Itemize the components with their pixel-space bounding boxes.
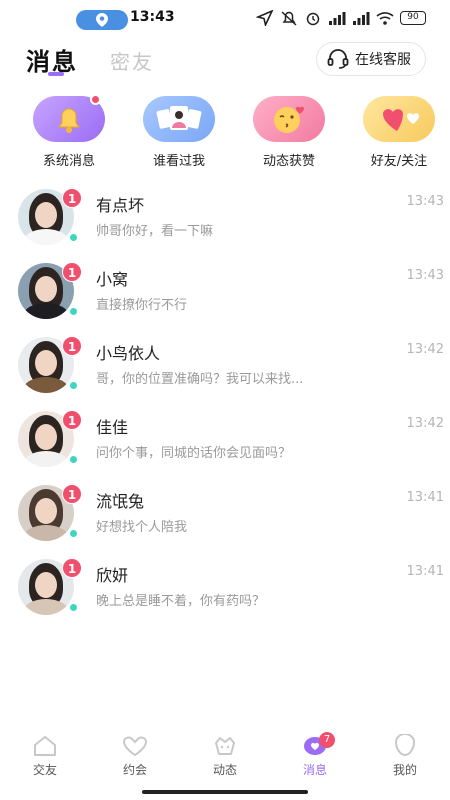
chat-name: 流氓兔 [96, 492, 145, 511]
bell-icon [58, 108, 80, 133]
chat-name: 小窝 [96, 270, 129, 289]
chat-preview: 帅哥你好，看一下嘛 [96, 224, 214, 239]
unread-count-badge: 1 [62, 336, 82, 356]
unread-count-badge: 1 [62, 558, 82, 578]
heart-outline-icon [122, 736, 148, 757]
nav-item-me[interactable]: 我的 [360, 734, 450, 786]
unread-count-badge: 1 [62, 188, 82, 208]
chat-time: 13:43 [406, 268, 444, 283]
online-service-button[interactable]: 在线客服 [316, 42, 426, 76]
page-header: 消息 密友 在线客服 [0, 38, 450, 82]
chat-item[interactable]: 1 小鸟依人 哥，你的位置准确吗？我可以来找... 13:42 [0, 332, 450, 406]
chat-name: 小鸟依人 [96, 344, 161, 363]
battery-indicator: 90 [400, 11, 426, 25]
nav-label: 消息 [302, 763, 327, 777]
chat-name: 佳佳 [96, 418, 129, 437]
chat-time: 13:42 [406, 342, 444, 357]
flower-icon [215, 737, 235, 755]
nav-label: 我的 [392, 763, 417, 777]
status-bar: 13:43 90 [0, 0, 450, 38]
chat-item[interactable]: 1 流氓兔 好想找个人陪我 13:41 [0, 480, 450, 554]
chat-preview: 问你个事，同城的话你会见面吗？ [96, 446, 292, 461]
chat-time: 13:41 [406, 564, 444, 579]
heart-icon [383, 109, 419, 131]
wifi-icon [376, 12, 394, 25]
nav-item-moments[interactable]: 动态 [180, 734, 270, 786]
post-likes-badge-bg [253, 96, 325, 142]
online-status-dot [68, 454, 79, 465]
new-notification-dot [90, 94, 101, 105]
nav-unread-badge: 7 [319, 732, 335, 748]
profile-icon [394, 734, 416, 757]
chat-preview: 哥，你的位置准确吗？我可以来找... [96, 372, 304, 387]
status-icons: 90 [256, 10, 426, 26]
chat-time: 13:41 [406, 490, 444, 505]
chat-name: 欣妍 [96, 566, 129, 585]
shortcut-label: 好友/关注 [370, 154, 428, 169]
shortcut-post-likes[interactable]: 动态获赞 [238, 96, 340, 176]
shortcut-label: 系统消息 [42, 154, 95, 169]
online-status-dot [68, 380, 79, 391]
home-indicator[interactable] [142, 790, 308, 794]
chat-list: 1 有点坏 帅哥你好，看一下嘛 13:43 1 小窝 直接撩你行不行 13:43… [0, 184, 450, 628]
navigation-arrow-icon [256, 10, 274, 26]
chat-item[interactable]: 1 有点坏 帅哥你好，看一下嘛 13:43 [0, 184, 450, 258]
nav-label: 交友 [32, 763, 57, 777]
shortcut-who-viewed-me[interactable]: 谁看过我 [128, 96, 230, 176]
online-status-dot [68, 232, 79, 243]
chat-time: 13:42 [406, 416, 444, 431]
home-icon [34, 736, 56, 756]
system-messages-badge-bg [33, 94, 105, 142]
alarm-icon [306, 12, 320, 26]
nav-label: 动态 [212, 763, 237, 777]
status-time: 13:43 [130, 9, 175, 25]
chat-preview: 晚上总是睡不着，你有药吗？ [96, 594, 266, 609]
chat-item[interactable]: 1 欣妍 晚上总是睡不着，你有药吗？ 13:41 [0, 554, 450, 628]
friends-follows-badge-bg [363, 96, 435, 142]
who-viewed-me-badge-bg [143, 96, 215, 142]
shortcut-row: 系统消息 谁看过我 动态获赞 好友/关注 [0, 94, 450, 176]
unread-count-badge: 1 [62, 484, 82, 504]
headset-icon [327, 49, 349, 69]
mute-bell-icon [281, 11, 297, 26]
shortcut-label: 谁看过我 [152, 154, 205, 169]
shortcut-label: 动态获赞 [262, 154, 315, 169]
chat-item[interactable]: 1 小窝 直接撩你行不行 13:43 [0, 258, 450, 332]
location-indicator [76, 10, 128, 30]
photo-cards-icon [156, 106, 202, 130]
chat-item[interactable]: 1 佳佳 问你个事，同城的话你会见面吗？ 13:42 [0, 406, 450, 480]
signal-icon [329, 12, 346, 25]
nav-label: 约会 [122, 763, 147, 777]
online-service-label: 在线客服 [355, 52, 411, 68]
nav-item-dating[interactable]: 约会 [90, 734, 180, 786]
kiss-emoji-icon [274, 106, 305, 133]
chat-name: 有点坏 [96, 196, 145, 215]
unread-count-badge: 1 [62, 262, 82, 282]
tab-close-friends[interactable]: 密友 [110, 46, 154, 75]
chat-time: 13:43 [406, 194, 444, 209]
unread-count-badge: 1 [62, 410, 82, 430]
bottom-nav: 交友 约会 动态 7 消息 我的 [0, 732, 450, 786]
shortcut-friends-follows[interactable]: 好友/关注 [348, 96, 450, 176]
active-tab-indicator [48, 72, 64, 76]
online-status-dot [68, 528, 79, 539]
nav-item-make-friends[interactable]: 交友 [0, 734, 90, 786]
nav-item-messages[interactable]: 7 消息 [270, 732, 360, 786]
signal-icon-2 [353, 12, 370, 25]
online-status-dot [68, 306, 79, 317]
location-pin-icon [96, 13, 108, 27]
chat-preview: 好想找个人陪我 [96, 520, 188, 535]
chat-preview: 直接撩你行不行 [96, 298, 188, 313]
online-status-dot [68, 602, 79, 613]
shortcut-system-messages[interactable]: 系统消息 [18, 94, 120, 176]
